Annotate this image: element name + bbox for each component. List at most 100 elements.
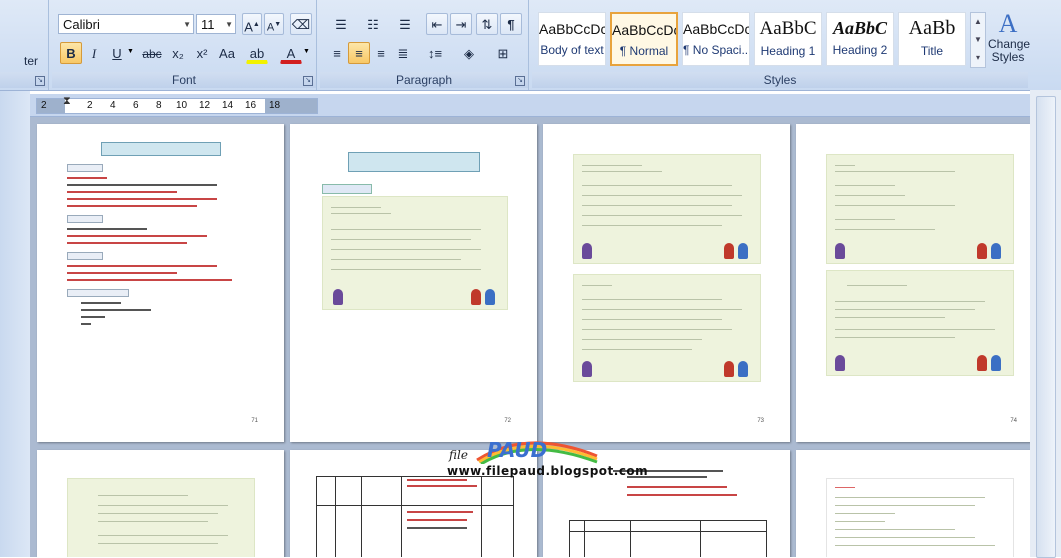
align-left-button[interactable]: ≡ <box>326 42 348 64</box>
clipboard-partial-label[interactable]: ter <box>24 54 38 68</box>
style-heading-1[interactable]: AaBbC Heading 1 <box>754 12 822 66</box>
clear-formatting-button[interactable]: ⌫ <box>290 13 312 35</box>
bullets-button[interactable]: ☰ <box>326 13 356 35</box>
child-figure <box>835 355 845 371</box>
subscript-button[interactable]: x₂ <box>166 42 190 64</box>
italic-button[interactable]: I <box>83 42 105 64</box>
underline-button[interactable]: U <box>106 42 128 64</box>
page-text-block <box>67 164 247 330</box>
logo-brand-text: PAUD <box>487 438 548 462</box>
font-group-label: Font <box>52 72 316 88</box>
document-page[interactable] <box>37 450 284 557</box>
superscript-button[interactable]: x² <box>190 42 214 64</box>
styles-gallery-scroller[interactable]: ▲ ▼ ▾ <box>970 12 986 68</box>
chevron-down-icon[interactable]: ▼ <box>971 31 985 49</box>
style-title[interactable]: AaBb Title <box>898 12 966 66</box>
align-left-icon: ≡ <box>333 46 341 61</box>
eraser-icon: ⌫ <box>291 17 311 32</box>
page-header-box <box>101 142 221 156</box>
decrease-indent-button[interactable]: ⇤ <box>426 13 448 35</box>
child-figure <box>582 243 592 259</box>
align-center-button[interactable]: ≡ <box>348 42 370 64</box>
sort-button[interactable]: ⇅ <box>476 13 498 35</box>
ruler-tick: 12 <box>199 100 211 111</box>
style-name: Body of text <box>540 43 604 57</box>
child-figure <box>738 243 748 259</box>
style-body-of-text[interactable]: AaBbCcDc Body of text <box>538 12 606 66</box>
decrease-indent-icon: ⇤ <box>431 17 443 32</box>
page-number: 74 <box>1010 418 1017 424</box>
horizontal-ruler[interactable]: 2 ⧗ 2 4 6 8 10 12 14 16 18 <box>30 94 1030 117</box>
indent-marker-icon[interactable]: ⧗ <box>63 95 71 108</box>
chevron-up-icon[interactable]: ▲ <box>971 13 985 31</box>
chevron-down-icon: ▼ <box>225 20 233 29</box>
ruler-tick: 8 <box>156 100 162 111</box>
child-figure <box>471 289 481 305</box>
ruler-tick: 10 <box>176 100 188 111</box>
document-workspace[interactable]: 71 72 73 74 <box>30 117 1030 557</box>
change-styles-button[interactable]: A Change Styles <box>988 9 1030 70</box>
logo-url-text: www.filepaud.blogspot.com <box>447 464 649 478</box>
chevron-down-icon: ▼ <box>183 20 191 29</box>
align-right-icon: ≡ <box>377 46 385 61</box>
document-table <box>569 520 767 557</box>
child-figure <box>835 243 845 259</box>
grow-font-button[interactable]: A▲ <box>242 13 262 35</box>
style-name: ¶ Normal <box>619 44 669 58</box>
clipboard-launcher-icon[interactable]: ↘ <box>35 76 45 86</box>
document-page[interactable]: 71 <box>37 124 284 442</box>
more-icon[interactable]: ▾ <box>971 49 985 67</box>
paragraph-launcher-icon[interactable]: ↘ <box>515 76 525 86</box>
change-case-button[interactable]: Aa <box>214 42 240 64</box>
align-right-button[interactable]: ≡ <box>370 42 392 64</box>
strikethrough-button[interactable]: abc <box>138 42 166 64</box>
paragraph-group-label: Paragraph <box>320 72 528 88</box>
font-launcher-icon[interactable]: ↘ <box>303 76 313 86</box>
page-number: 72 <box>504 418 511 424</box>
show-marks-button[interactable]: ¶ <box>500 13 522 35</box>
grow-font-icon: A <box>244 19 253 35</box>
style-normal[interactable]: AaBbCcDc ¶ Normal <box>610 12 678 66</box>
line-spacing-button[interactable]: ↕≡ <box>420 42 450 64</box>
embedded-slide <box>573 274 761 382</box>
change-styles-icon: A <box>998 9 1018 38</box>
font-name-combo[interactable]: Calibri ▼ <box>58 14 194 34</box>
document-page[interactable] <box>796 450 1030 557</box>
child-figure <box>724 361 734 377</box>
shrink-font-button[interactable]: A▼ <box>264 13 284 35</box>
document-page[interactable]: 72 <box>290 124 537 442</box>
embedded-slide <box>826 270 1014 376</box>
page-header-box <box>348 152 480 172</box>
shading-button[interactable]: ◈ <box>454 42 484 64</box>
ruler-tick: 14 <box>222 100 234 111</box>
paragraph-group: ☰ ☷ ☰ ⇤ ⇥ ⇅ ¶ ≡ ≡ ≡ ≣ ↕≡ ◈ ⊞ Paragraph ↘ <box>320 0 529 90</box>
multilevel-list-button[interactable]: ☰ <box>390 13 420 35</box>
bullet-list-icon: ☰ <box>335 17 347 32</box>
document-page[interactable]: 73 <box>543 124 790 442</box>
document-page[interactable]: 74 <box>796 124 1030 442</box>
font-size-value: 11 <box>201 17 215 32</box>
font-size-combo[interactable]: 11 ▼ <box>196 14 236 34</box>
numbering-button[interactable]: ☷ <box>358 13 388 35</box>
font-group: Calibri ▼ 11 ▼ A▲ A▼ ⌫ B I U ▼ abc x₂ x²… <box>52 0 317 90</box>
child-figure <box>485 289 495 305</box>
increase-indent-button[interactable]: ⇥ <box>450 13 472 35</box>
bold-button[interactable]: B <box>60 42 82 64</box>
embedded-slide <box>322 196 508 310</box>
ruler-track: 2 ⧗ 2 4 6 8 10 12 14 16 18 <box>36 95 318 114</box>
scrollbar-track[interactable] <box>1036 96 1056 558</box>
style-sample: AaBbC <box>759 18 817 39</box>
paint-bucket-icon: ◈ <box>464 46 474 61</box>
align-center-icon: ≡ <box>355 46 363 61</box>
embedded-slide <box>826 478 1014 557</box>
vertical-scrollbar[interactable] <box>1030 90 1061 558</box>
borders-button[interactable]: ⊞ <box>488 42 518 64</box>
highlight-button[interactable]: ab <box>246 42 268 64</box>
style-heading-2[interactable]: AaBbC Heading 2 <box>826 12 894 66</box>
chevron-down-icon: ▼ <box>127 48 134 55</box>
style-name: Heading 2 <box>832 43 888 57</box>
justify-button[interactable]: ≣ <box>392 42 414 64</box>
style-sample: AaBbCcDc <box>539 21 606 37</box>
style-no-spacing[interactable]: AaBbCcDc ¶ No Spaci... <box>682 12 750 66</box>
font-color-button[interactable]: A <box>280 42 302 64</box>
